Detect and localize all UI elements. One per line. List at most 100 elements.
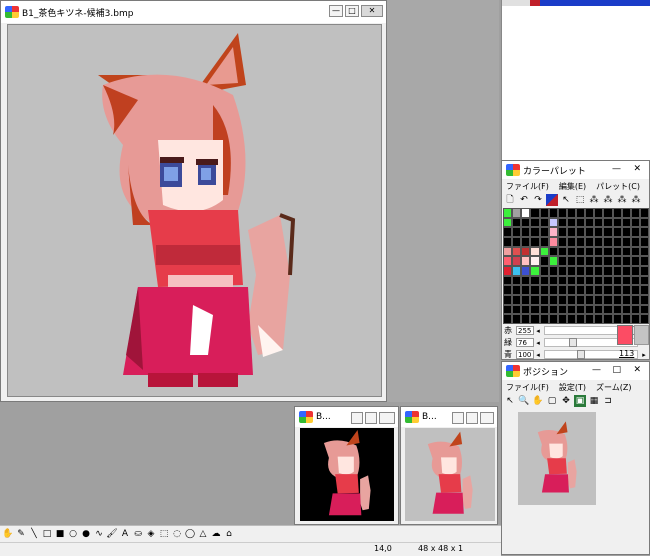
palette-swatch[interactable] xyxy=(612,256,622,266)
palette-swatch[interactable] xyxy=(566,237,576,247)
gradient-icon-1[interactable]: ⁂ xyxy=(588,194,600,206)
palette-swatch[interactable] xyxy=(521,266,531,276)
palette-swatch[interactable] xyxy=(612,217,622,228)
palette-swatch[interactable] xyxy=(621,256,631,266)
palette-swatch[interactable] xyxy=(612,285,622,295)
palette-swatch[interactable] xyxy=(612,314,622,324)
palette-swatch[interactable] xyxy=(576,295,586,305)
palette-swatch[interactable] xyxy=(566,256,576,266)
palette-swatch[interactable] xyxy=(512,304,522,315)
pointer-icon[interactable]: ↖ xyxy=(560,194,572,206)
secondary-color-swatch[interactable] xyxy=(634,325,649,345)
palette-swatch[interactable] xyxy=(557,217,567,228)
palette-swatch[interactable] xyxy=(594,227,604,237)
palette-swatch[interactable] xyxy=(512,256,522,266)
palette-swatch[interactable] xyxy=(539,217,549,228)
palette-swatch[interactable] xyxy=(621,314,631,324)
position-menu-file[interactable]: ファイル(F) xyxy=(506,382,549,393)
palette-swatch[interactable] xyxy=(503,285,513,295)
palette-grid[interactable] xyxy=(503,208,649,324)
palette-swatch[interactable] xyxy=(585,266,595,276)
palette-swatch[interactable] xyxy=(521,208,531,218)
image-canvas[interactable] xyxy=(7,24,382,397)
palette-swatch[interactable] xyxy=(503,295,513,305)
palette-swatch[interactable] xyxy=(612,304,622,315)
palette-swatch[interactable] xyxy=(594,237,604,247)
palette-swatch[interactable] xyxy=(612,237,622,247)
palette-swatch[interactable] xyxy=(566,208,576,218)
palette-swatch[interactable] xyxy=(594,275,604,286)
palette-swatch[interactable] xyxy=(603,285,613,295)
palette-swatch[interactable] xyxy=(548,217,558,228)
palette-swatch[interactable] xyxy=(548,208,558,218)
palette-swatch[interactable] xyxy=(548,314,558,324)
palette-swatch[interactable] xyxy=(639,237,649,247)
palette-swatch[interactable] xyxy=(512,217,522,228)
polygon-icon[interactable]: △ xyxy=(197,528,209,540)
palette-swatch[interactable] xyxy=(548,275,558,286)
palette-swatch[interactable] xyxy=(557,295,567,305)
brush-icon[interactable]: 🖌 xyxy=(106,528,118,540)
palette-swatch[interactable] xyxy=(585,314,595,324)
close-button[interactable] xyxy=(480,412,494,424)
palette-swatch[interactable] xyxy=(603,208,613,218)
palette-swatch[interactable] xyxy=(539,295,549,305)
palette-swatch[interactable] xyxy=(521,246,531,257)
main-image-window[interactable]: B1_茶色キツネ-候補3.bmp — □ ✕ xyxy=(0,0,387,402)
palette-swatch[interactable] xyxy=(503,266,513,276)
palette-swatch[interactable] xyxy=(521,285,531,295)
palette-swatch[interactable] xyxy=(603,275,613,286)
palette-swatch[interactable] xyxy=(594,295,604,305)
palette-swatch[interactable] xyxy=(503,246,513,257)
palette-swatch[interactable] xyxy=(585,275,595,286)
palette-swatch[interactable] xyxy=(639,208,649,218)
palette-swatch[interactable] xyxy=(594,266,604,276)
palette-swatch[interactable] xyxy=(530,256,540,266)
palette-swatch[interactable] xyxy=(630,285,640,295)
position-preview[interactable] xyxy=(518,412,596,505)
palette-swatch[interactable] xyxy=(539,256,549,266)
close-button[interactable]: ✕ xyxy=(633,164,641,174)
palette-swatch[interactable] xyxy=(576,266,586,276)
palette-swatch[interactable] xyxy=(566,314,576,324)
palette-swatch[interactable] xyxy=(539,304,549,315)
rectangle-icon[interactable]: □ xyxy=(41,528,53,540)
select-icon[interactable]: ⬚ xyxy=(574,194,586,206)
green-decrement-icon[interactable]: ◂ xyxy=(534,339,542,347)
palette-swatch[interactable] xyxy=(612,266,622,276)
minimize-button[interactable]: — xyxy=(612,164,621,174)
position-titlebar[interactable]: ポジション — □ ✕ xyxy=(502,362,649,380)
palette-swatch[interactable] xyxy=(539,266,549,276)
maximize-button[interactable] xyxy=(466,412,478,424)
palette-swatch[interactable] xyxy=(603,227,613,237)
palette-swatch[interactable] xyxy=(576,285,586,295)
minimize-button[interactable]: — xyxy=(329,5,343,17)
palette-swatch[interactable] xyxy=(521,217,531,228)
palette-swatch[interactable] xyxy=(548,295,558,305)
image-icon[interactable]: ▣ xyxy=(574,395,586,407)
palette-swatch[interactable] xyxy=(521,295,531,305)
palette-swatch[interactable] xyxy=(630,217,640,228)
palette-swatch[interactable] xyxy=(621,266,631,276)
palette-swatch[interactable] xyxy=(594,314,604,324)
palette-swatch[interactable] xyxy=(594,208,604,218)
palette-swatch[interactable] xyxy=(603,256,613,266)
thumbnail-window-gray[interactable]: B... xyxy=(400,406,498,525)
minimize-button[interactable] xyxy=(452,412,464,424)
frame-icon[interactable]: ▢ xyxy=(546,395,558,407)
palette-swatch[interactable] xyxy=(530,275,540,286)
palette-swatch[interactable] xyxy=(512,275,522,286)
palette-swatch[interactable] xyxy=(585,285,595,295)
red-decrement-icon[interactable]: ◂ xyxy=(534,327,542,335)
palette-menu-edit[interactable]: 編集(E) xyxy=(559,181,586,192)
palette-swatch[interactable] xyxy=(585,304,595,315)
palette-swatch[interactable] xyxy=(521,237,531,247)
palette-swatch[interactable] xyxy=(539,227,549,237)
palette-swatch[interactable] xyxy=(566,285,576,295)
palette-swatch[interactable] xyxy=(585,256,595,266)
fit-icon[interactable]: ▦ xyxy=(588,395,600,407)
red-value[interactable]: 255 xyxy=(516,326,534,335)
palette-swatch[interactable] xyxy=(594,217,604,228)
palette-swatch[interactable] xyxy=(503,237,513,247)
palette-swatch[interactable] xyxy=(639,285,649,295)
